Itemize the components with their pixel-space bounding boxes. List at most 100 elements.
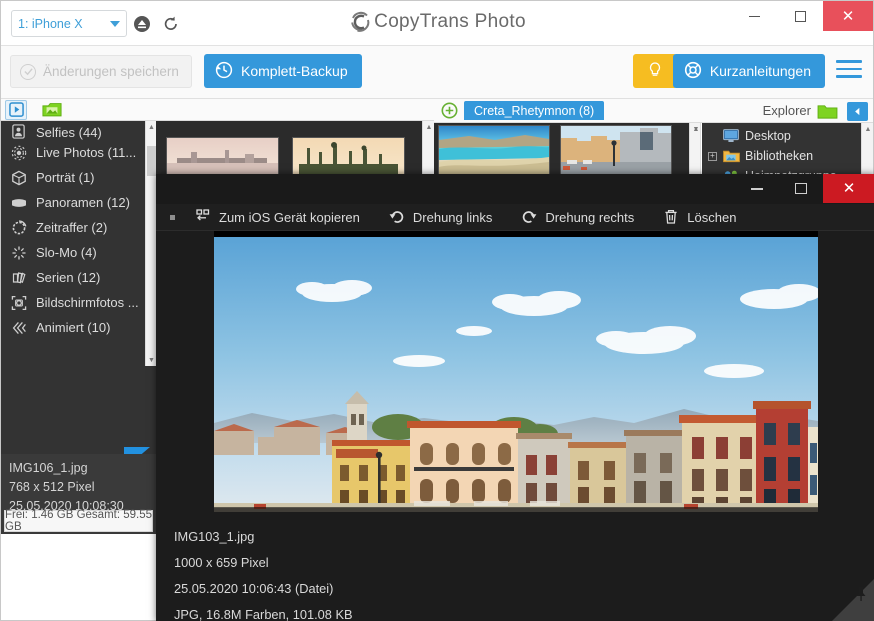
rotate-right-button[interactable]: Drehung rechts: [506, 204, 648, 231]
device-selector[interactable]: 1: iPhone X: [11, 10, 127, 37]
burst-icon: [10, 269, 27, 286]
sidebar-scroll-thumb[interactable]: [147, 146, 156, 176]
collapse-left-icon[interactable]: [847, 102, 868, 121]
add-album-icon[interactable]: [440, 102, 458, 120]
eject-icon[interactable]: [133, 15, 151, 33]
delete-button[interactable]: Löschen: [648, 204, 750, 231]
viewer-close-button[interactable]: ✕: [823, 174, 874, 203]
viewer-info-datetime: 25.05.2020 10:06:43 (Datei): [174, 581, 334, 596]
live-photo-icon: [10, 144, 27, 161]
full-backup-button[interactable]: Komplett-Backup: [204, 54, 362, 88]
viewer-info-dimensions: 1000 x 659 Pixel: [174, 555, 269, 570]
panorama-icon: [10, 194, 27, 211]
rotate-left-icon: [388, 208, 406, 226]
close-button[interactable]: ✕: [823, 1, 873, 31]
info-filename: IMG106_1.jpg: [9, 461, 88, 475]
sidebar-item-label: Zeitraffer (2): [36, 220, 108, 235]
sidebar-item-animated[interactable]: Animiert (10): [1, 315, 156, 340]
save-changes-button[interactable]: Änderungen speichern: [10, 55, 192, 88]
viewer-stage: IMG103_1.jpg 1000 x 659 Pixel 25.05.2020…: [156, 231, 874, 621]
chevron-down-icon: [110, 20, 120, 27]
sidebar-item-portrait[interactable]: Porträt (1): [1, 165, 156, 190]
timelapse-icon: [10, 219, 27, 236]
photo-album-icon: [42, 103, 62, 117]
tree-expander[interactable]: [708, 131, 717, 141]
sidebar-item-selfies[interactable]: Selfies (44): [1, 121, 156, 140]
sidebar-item-slomo[interactable]: Slo-Mo (4): [1, 240, 156, 265]
delete-label: Löschen: [687, 209, 737, 225]
libraries-icon: [722, 148, 740, 164]
tree-node-desktop[interactable]: Desktop: [702, 126, 861, 146]
check-circle-icon: [20, 63, 36, 80]
rotate-left-button[interactable]: Drehung links: [374, 204, 507, 231]
rotate-left-label: Drehung links: [412, 209, 493, 225]
sidebar-scrollbar[interactable]: ▲ ▼: [145, 121, 156, 366]
tree-expander[interactable]: +: [708, 151, 717, 161]
refresh-icon[interactable]: [162, 15, 180, 33]
sidebar-item-label: Serien (12): [36, 270, 101, 285]
app-title: CopyTrans Photo: [374, 11, 526, 32]
album-tab[interactable]: Creta_Rhetymnon (8): [464, 101, 605, 120]
desktop-icon: [722, 128, 740, 144]
cube-icon: [10, 169, 27, 186]
photo-viewer-window: ✕ Zum iOS Gerät kopieren Drehung links D…: [156, 174, 874, 621]
trash-icon: [662, 208, 680, 226]
copy-to-device-button[interactable]: Zum iOS Gerät kopieren: [180, 204, 374, 231]
pc-thumbnail[interactable]: [438, 125, 550, 180]
sidebar-item-label: Animiert (10): [36, 320, 111, 335]
quick-guides-label: Kurzanleitungen: [709, 63, 811, 79]
device-photo-header: [156, 99, 434, 121]
pc-thumbnail[interactable]: [560, 125, 672, 180]
minimize-button[interactable]: [731, 1, 777, 31]
sidebar-item-bursts[interactable]: Serien (12): [1, 265, 156, 290]
tree-node-label: Desktop: [745, 129, 791, 143]
sidebar-tab-albums[interactable]: [41, 100, 63, 120]
sidebar-tab-media[interactable]: [5, 99, 27, 120]
sidebar-item-label: Slo-Mo (4): [36, 245, 97, 260]
explorer-label: Explorer: [762, 103, 811, 118]
tree-node-label: Bibliotheken: [745, 149, 814, 163]
folder-icon[interactable]: [817, 103, 838, 120]
maximize-button[interactable]: [777, 1, 823, 31]
scroll-up-icon[interactable]: ▲: [862, 123, 874, 136]
sidebar-item-label: Porträt (1): [36, 170, 95, 185]
quick-guides-button[interactable]: Kurzanleitungen: [672, 54, 825, 88]
viewer-maximize-button[interactable]: [779, 174, 823, 203]
album-tab-label: Creta_Rhetymnon (8): [474, 103, 595, 118]
sidebar-item-panoramas[interactable]: Panoramen (12): [1, 190, 156, 215]
lightbulb-icon: [645, 60, 665, 83]
copytrans-logo-icon: [351, 11, 370, 32]
viewer-photo[interactable]: [214, 231, 818, 512]
pc-panel-header: Creta_Rhetymnon (8) Explorer: [434, 99, 873, 123]
sidebar-category-list: Selfies (44) Live Photos (11... Porträt …: [1, 121, 156, 366]
viewer-window-controls: ✕: [735, 174, 874, 203]
pc-thumbnail-row: [438, 125, 672, 180]
animated-icon: [10, 319, 27, 336]
title-bar: 1: iPhone X CopyTrans Photo ✕: [1, 1, 873, 46]
pin-icon[interactable]: [831, 578, 874, 621]
sidebar-item-live-photos[interactable]: Live Photos (11...: [1, 140, 156, 165]
info-dimensions: 768 x 512 Pixel: [9, 480, 95, 494]
sidebar-item-timelapse[interactable]: Zeitraffer (2): [1, 215, 156, 240]
scroll-down-icon[interactable]: ▼: [690, 123, 702, 136]
viewer-info-format: JPG, 16.8M Farben, 101.08 KB: [174, 607, 353, 621]
storage-status: Frei: 1.46 GB Gesamt: 59.55 GB: [4, 509, 153, 533]
menu-icon[interactable]: [836, 60, 862, 83]
copy-to-device-label: Zum iOS Gerät kopieren: [219, 209, 360, 225]
device-selector-label: 1: iPhone X: [18, 16, 83, 31]
tips-button[interactable]: [633, 54, 677, 88]
viewer-toolbar: Zum iOS Gerät kopieren Drehung links Dre…: [156, 204, 874, 231]
tree-node-libraries[interactable]: + Bibliotheken: [702, 146, 861, 166]
sidebar-item-label: Panoramen (12): [36, 195, 130, 210]
viewer-minimize-button[interactable]: [735, 174, 779, 203]
sidebar-tabs: [1, 99, 156, 121]
play-square-icon: [8, 102, 24, 117]
backup-clock-icon: [215, 61, 233, 82]
sidebar-item-screenshots[interactable]: Bildschirmfotos ...: [1, 290, 156, 315]
action-bar: Änderungen speichern Komplett-Backup Kur…: [1, 46, 873, 99]
rotate-right-label: Drehung rechts: [545, 209, 635, 225]
window-controls: ✕: [731, 1, 873, 31]
sidebar-item-label: Selfies (44): [36, 125, 102, 140]
sidebar-item-label: Live Photos (11...: [36, 145, 137, 160]
selfie-icon: [10, 123, 27, 140]
